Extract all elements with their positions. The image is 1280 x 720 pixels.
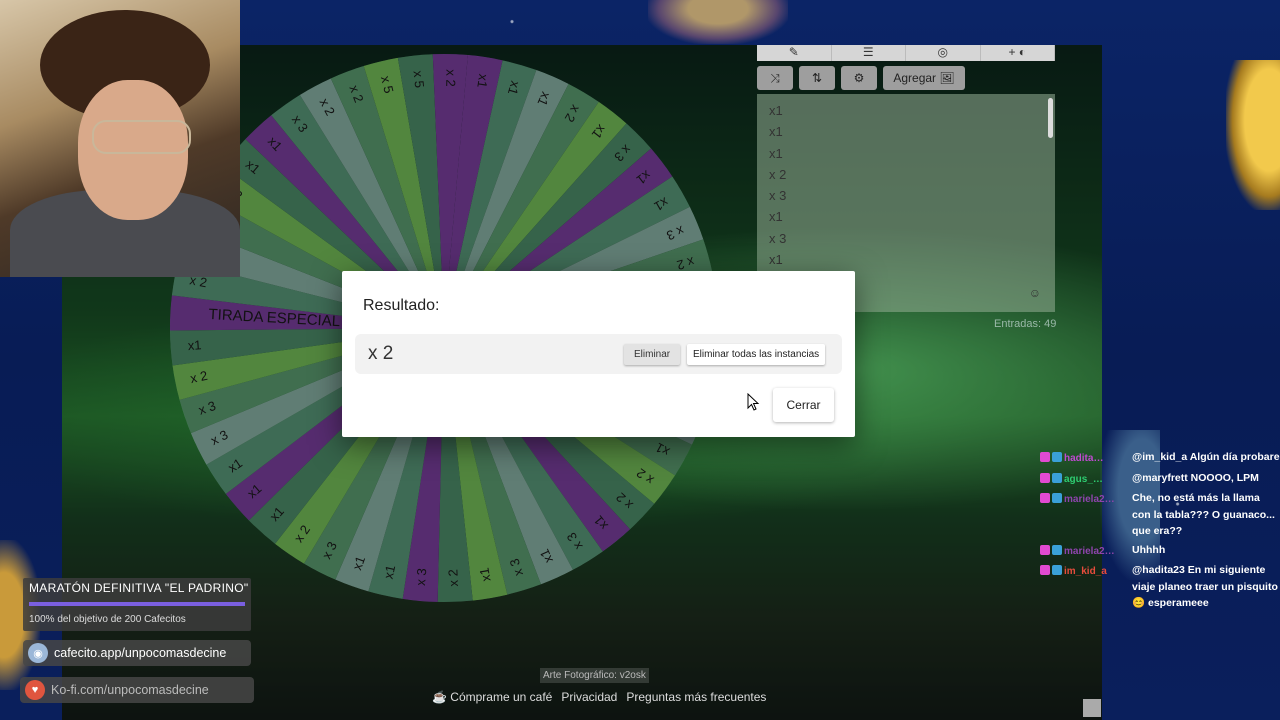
decorative-mascot-top — [648, 0, 788, 44]
chat-username[interactable]: mariela2… — [1064, 544, 1114, 561]
chat-username[interactable]: hadita… — [1064, 451, 1103, 468]
cafecito-text: cafecito.app/unpocomasdecine — [54, 646, 227, 660]
chat-username[interactable]: mariela2… — [1064, 492, 1114, 509]
result-row: x 2 Eliminar Eliminar todas las instanci… — [355, 334, 842, 374]
result-dialog: Resultado: x 2 Eliminar Eliminar todas l… — [342, 271, 855, 437]
decorative-mascot-right — [1226, 60, 1280, 210]
entry-line[interactable]: x1 — [769, 206, 1055, 227]
badge-icon — [1040, 493, 1050, 503]
donation-goal-widget: MARATÓN DEFINITIVA "EL PADRINO" 100% del… — [23, 578, 251, 631]
buy-coffee-link[interactable]: ☕ Cómprame un café — [432, 690, 552, 704]
badge-icon — [1052, 565, 1062, 575]
entry-line[interactable]: x1 — [769, 100, 1055, 121]
eye-slash-icon[interactable]: ◎ — [906, 45, 981, 61]
entries-count: Entradas: 49 — [994, 318, 1057, 330]
shuffle-button[interactable]: ⤨ — [757, 66, 793, 90]
cafecito-icon: ◉ — [28, 643, 48, 663]
badge-icon — [1052, 493, 1062, 503]
chat-text: @hadita23 En mi siguiente viaje planeo t… — [1132, 564, 1278, 609]
pencil-icon[interactable]: ✎ — [757, 45, 832, 61]
corner-button[interactable] — [1083, 699, 1101, 717]
chat-overlay: hadita… @im_kid_a Algún día probare agus_…… — [1040, 449, 1280, 614]
badge-icon — [1052, 472, 1062, 483]
close-button[interactable]: Cerrar — [773, 388, 834, 422]
emoji-icon[interactable]: ☺ — [1029, 286, 1041, 300]
mouse-cursor-icon — [747, 393, 760, 411]
settings-button[interactable]: ⚙ — [841, 66, 877, 90]
entry-line[interactable]: x1 — [769, 249, 1055, 270]
list-icon[interactable]: ☰ — [832, 45, 906, 61]
chat-message: mariela2… Uhhhh — [1040, 542, 1280, 561]
badge-icon — [1040, 565, 1050, 575]
goal-progress-bar — [29, 602, 245, 606]
badge-icon — [1040, 544, 1050, 555]
goal-title: MARATÓN DEFINITIVA "EL PADRINO" — [29, 581, 249, 595]
chat-text: Che, no está más la llama con la tabla??… — [1132, 492, 1275, 537]
entries-scrollbar[interactable] — [1048, 98, 1053, 138]
dialog-title: Resultado: — [363, 297, 440, 314]
badge-icon — [1052, 544, 1062, 555]
page-footer: ☕ Cómprame un café Privacidad Preguntas … — [432, 690, 766, 704]
privacy-link[interactable]: Privacidad — [561, 690, 617, 704]
badge-icon — [1040, 452, 1050, 462]
add-image-icon[interactable]: + ◐ — [981, 45, 1055, 61]
chat-username[interactable]: im_kid_a — [1064, 564, 1107, 581]
entry-line[interactable]: x 3 — [769, 185, 1055, 206]
kofi-text: Ko-fi.com/unpocomasdecine — [51, 683, 209, 697]
kofi-link[interactable]: ♥ Ko-fi.com/unpocomasdecine — [20, 677, 254, 703]
chat-message: mariela2… Che, no está más la llama con l… — [1040, 490, 1280, 540]
entry-line[interactable]: x 3 — [769, 228, 1055, 249]
chat-message: im_kid_a @hadita23 En mi siguiente viaje … — [1040, 562, 1280, 612]
entry-line[interactable]: x1 — [769, 143, 1055, 164]
entry-line[interactable]: x1 — [769, 121, 1055, 142]
add-image-button[interactable]: Agregar 🖼 — [883, 66, 965, 90]
chat-username[interactable]: agus_… — [1064, 472, 1103, 489]
goal-subtitle: 100% del objetivo de 200 Cafecitos — [29, 614, 186, 625]
webcam-feed — [0, 0, 240, 277]
chat-text: @maryfrett NOOOO, LPM — [1132, 471, 1259, 484]
sort-button[interactable]: ⇅ — [799, 66, 835, 90]
entries-toolbar: ⤨ ⇅ ⚙ Agregar 🖼 — [757, 66, 965, 90]
cafecito-link[interactable]: ◉ cafecito.app/unpocomasdecine — [23, 640, 251, 666]
faq-link[interactable]: Preguntas más frecuentes — [626, 690, 766, 704]
panel-toolbar: ✎ ☰ ◎ + ◐ — [757, 45, 1055, 61]
kofi-heart-icon: ♥ — [25, 680, 45, 700]
chat-message: hadita… @im_kid_a Algún día probare — [1040, 449, 1280, 468]
chat-text: @im_kid_a Algún día probare — [1132, 451, 1280, 463]
photo-credit[interactable]: Arte Fotográfico: v2osk — [540, 668, 649, 683]
badge-icon — [1040, 472, 1050, 483]
chat-message: agus_… @maryfrett NOOOO, LPM — [1040, 470, 1280, 489]
remove-all-button[interactable]: Eliminar todas las instancias — [687, 344, 826, 365]
result-value: x 2 — [368, 343, 394, 364]
remove-button[interactable]: Eliminar — [624, 344, 681, 365]
badge-icon — [1052, 452, 1062, 462]
entry-line[interactable]: x 2 — [769, 164, 1055, 185]
chat-text: Uhhhh — [1132, 543, 1166, 556]
